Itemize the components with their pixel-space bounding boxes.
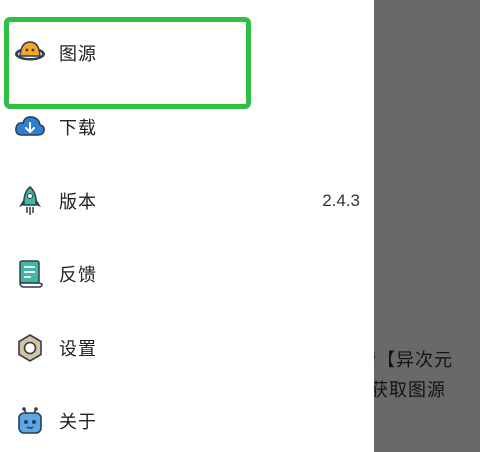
menu-item-feedback[interactable]: 反馈 <box>0 244 374 304</box>
cloud-download-icon <box>13 110 47 144</box>
menu-item-label: 关于 <box>59 412 97 433</box>
version-number: 2.4.3 <box>322 191 360 210</box>
menu-item-about[interactable]: 关于 <box>0 391 374 451</box>
navigation-drawer: 图源 下载 版本 2.4.3 反馈 设置 关于 <box>0 0 374 452</box>
background-text-line: 获取图源 <box>374 380 446 401</box>
menu-item-version[interactable]: 版本 2.4.3 <box>0 171 374 231</box>
settings-hex-icon <box>13 331 47 365</box>
selection-highlight <box>4 17 251 109</box>
background-text-line: 索【异次元 <box>374 350 453 371</box>
menu-item-settings[interactable]: 设置 <box>0 318 374 378</box>
menu-item-label: 设置 <box>59 339 97 360</box>
menu-item-label: 下载 <box>59 118 97 139</box>
menu-item-label: 版本 <box>59 192 97 213</box>
rocket-icon <box>13 184 47 218</box>
about-robot-icon <box>13 404 47 438</box>
background-scrim[interactable]: 索【异次元 获取图源 <box>374 0 480 452</box>
menu-item-label: 反馈 <box>59 265 97 286</box>
feedback-document-icon <box>13 257 47 291</box>
